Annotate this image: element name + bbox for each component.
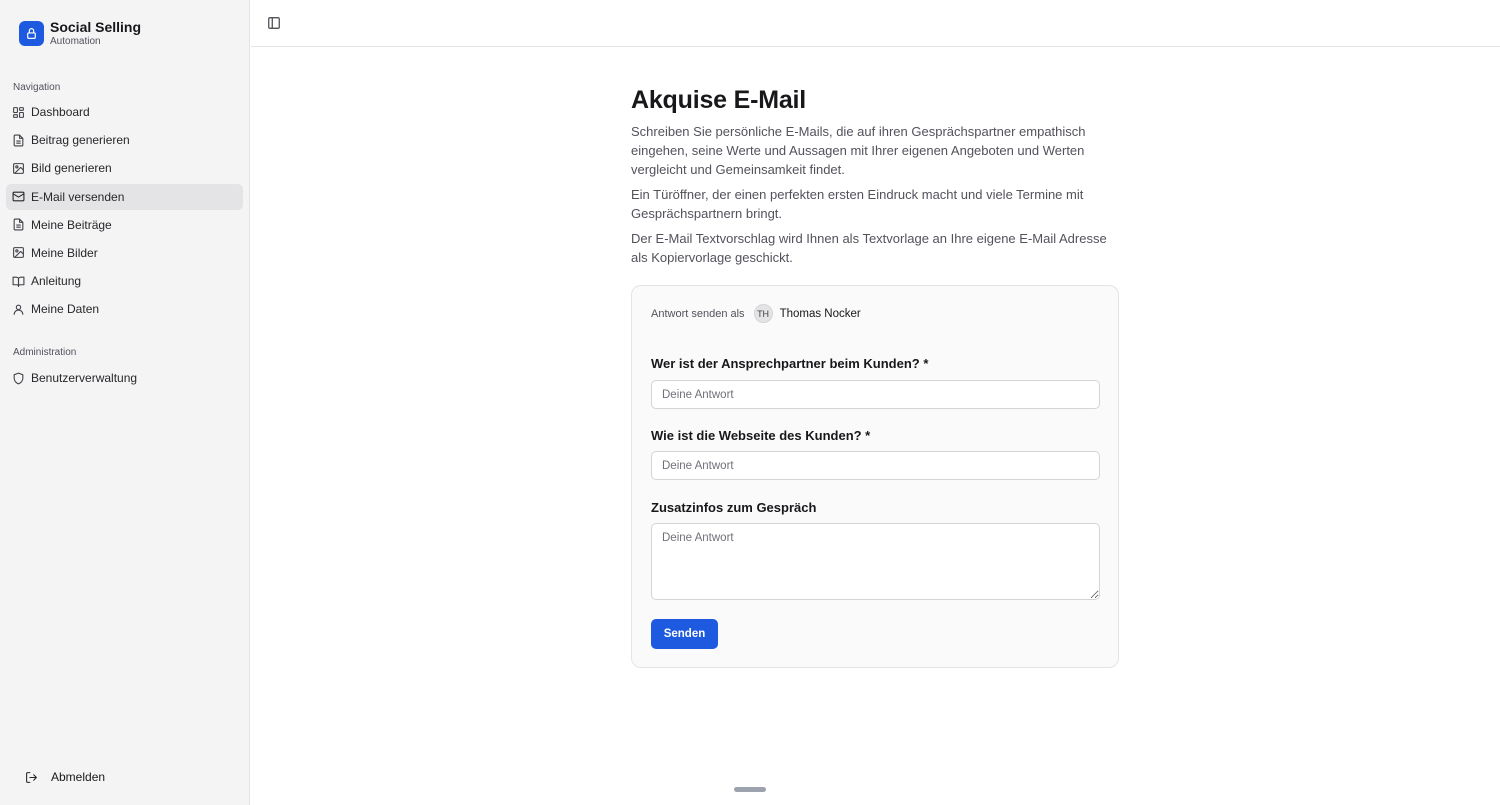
avatar: TH bbox=[753, 304, 773, 323]
mail-icon bbox=[12, 191, 25, 202]
sender-label: Antwort senden als bbox=[651, 307, 745, 320]
sidebar-item-label: Beitrag generieren bbox=[31, 133, 130, 148]
email-form-card: Antwort senden als TH Thomas Nocker Wer … bbox=[631, 285, 1119, 668]
administration-list: Benutzerverwaltung bbox=[6, 365, 243, 393]
sidebar-item-email-versenden[interactable]: E-Mail versenden bbox=[6, 183, 243, 210]
user-icon bbox=[13, 304, 24, 315]
main-content: Akquise E-Mail Schreiben Sie persönliche… bbox=[631, 84, 1119, 267]
intro-paragraph: Schreiben Sie persönliche E-Mails, die a… bbox=[631, 124, 1086, 177]
lock-icon bbox=[19, 21, 44, 46]
logout-button[interactable]: Abmelden bbox=[25, 770, 105, 784]
sidebar-item-dashboard[interactable]: Dashboard bbox=[6, 99, 243, 125]
intro-paragraph: Der E-Mail Textvorschlag wird Ihnen als … bbox=[631, 231, 1107, 265]
sender-row: Antwort senden als TH Thomas Nocker bbox=[651, 304, 861, 323]
document-icon bbox=[13, 134, 24, 147]
additional-info-label: Zusatzinfos zum Gespräch bbox=[651, 500, 817, 515]
page-title: Akquise E-Mail bbox=[631, 86, 807, 114]
sidebar-item-label: Anleitung bbox=[31, 274, 82, 289]
sidebar-item-label: Bild generieren bbox=[31, 161, 112, 176]
topbar bbox=[251, 0, 1500, 47]
sidebar-item-label: Meine Beiträge bbox=[31, 217, 112, 232]
sidebar-item-meine-daten[interactable]: Meine Daten bbox=[6, 296, 243, 322]
grid-icon bbox=[13, 106, 24, 118]
sidebar-item-anleitung[interactable]: Anleitung bbox=[6, 268, 243, 294]
administration-section-label: Administration bbox=[13, 347, 77, 358]
website-input[interactable] bbox=[651, 451, 1100, 480]
sidebar-item-meine-beitraege[interactable]: Meine Beiträge bbox=[6, 212, 243, 238]
logout-label: Abmelden bbox=[51, 770, 106, 784]
image-icon bbox=[13, 162, 24, 174]
navigation-section-label: Navigation bbox=[13, 82, 61, 93]
sidebar-toggle-icon[interactable] bbox=[267, 16, 281, 30]
additional-info-textarea[interactable] bbox=[651, 523, 1100, 600]
sidebar-item-label: Meine Daten bbox=[31, 302, 100, 317]
brand-subtitle: Automation bbox=[50, 36, 101, 47]
contact-person-input[interactable] bbox=[651, 380, 1100, 409]
image-icon bbox=[13, 247, 24, 259]
send-button[interactable]: Senden bbox=[651, 619, 718, 649]
sidebar-item-meine-bilder[interactable]: Meine Bilder bbox=[6, 240, 243, 266]
contact-person-label: Wer ist der Ansprechpartner beim Kunden?… bbox=[651, 356, 929, 371]
navigation-list: Dashboard Beitrag generieren Bild generi… bbox=[6, 99, 243, 325]
intro-paragraph: Ein Türöffner, der einen perfekten erste… bbox=[631, 187, 1084, 221]
scroll-handle[interactable] bbox=[734, 787, 766, 792]
sidebar-item-benutzerverwaltung[interactable]: Benutzerverwaltung bbox=[6, 365, 243, 391]
website-label: Wie ist die Webseite des Kunden? * bbox=[651, 428, 871, 443]
logout-icon bbox=[26, 771, 37, 783]
brand[interactable]: Social Selling Automation bbox=[19, 20, 141, 47]
sidebar-item-label: Benutzerverwaltung bbox=[31, 371, 138, 385]
sender-name: Thomas Nocker bbox=[779, 307, 861, 320]
sidebar-item-label: Meine Bilder bbox=[31, 245, 98, 260]
shield-icon bbox=[13, 372, 24, 384]
sidebar-item-bild-generieren[interactable]: Bild generieren bbox=[6, 155, 243, 181]
sidebar-item-beitrag-generieren[interactable]: Beitrag generieren bbox=[6, 127, 243, 153]
sidebar-item-label: E-Mail versenden bbox=[31, 189, 125, 204]
sidebar-item-label: Dashboard bbox=[31, 105, 90, 119]
brand-title: Social Selling bbox=[50, 19, 142, 35]
book-icon bbox=[12, 276, 25, 287]
document-icon bbox=[13, 218, 24, 231]
sidebar: Social Selling Automation Navigation Das… bbox=[0, 0, 250, 805]
